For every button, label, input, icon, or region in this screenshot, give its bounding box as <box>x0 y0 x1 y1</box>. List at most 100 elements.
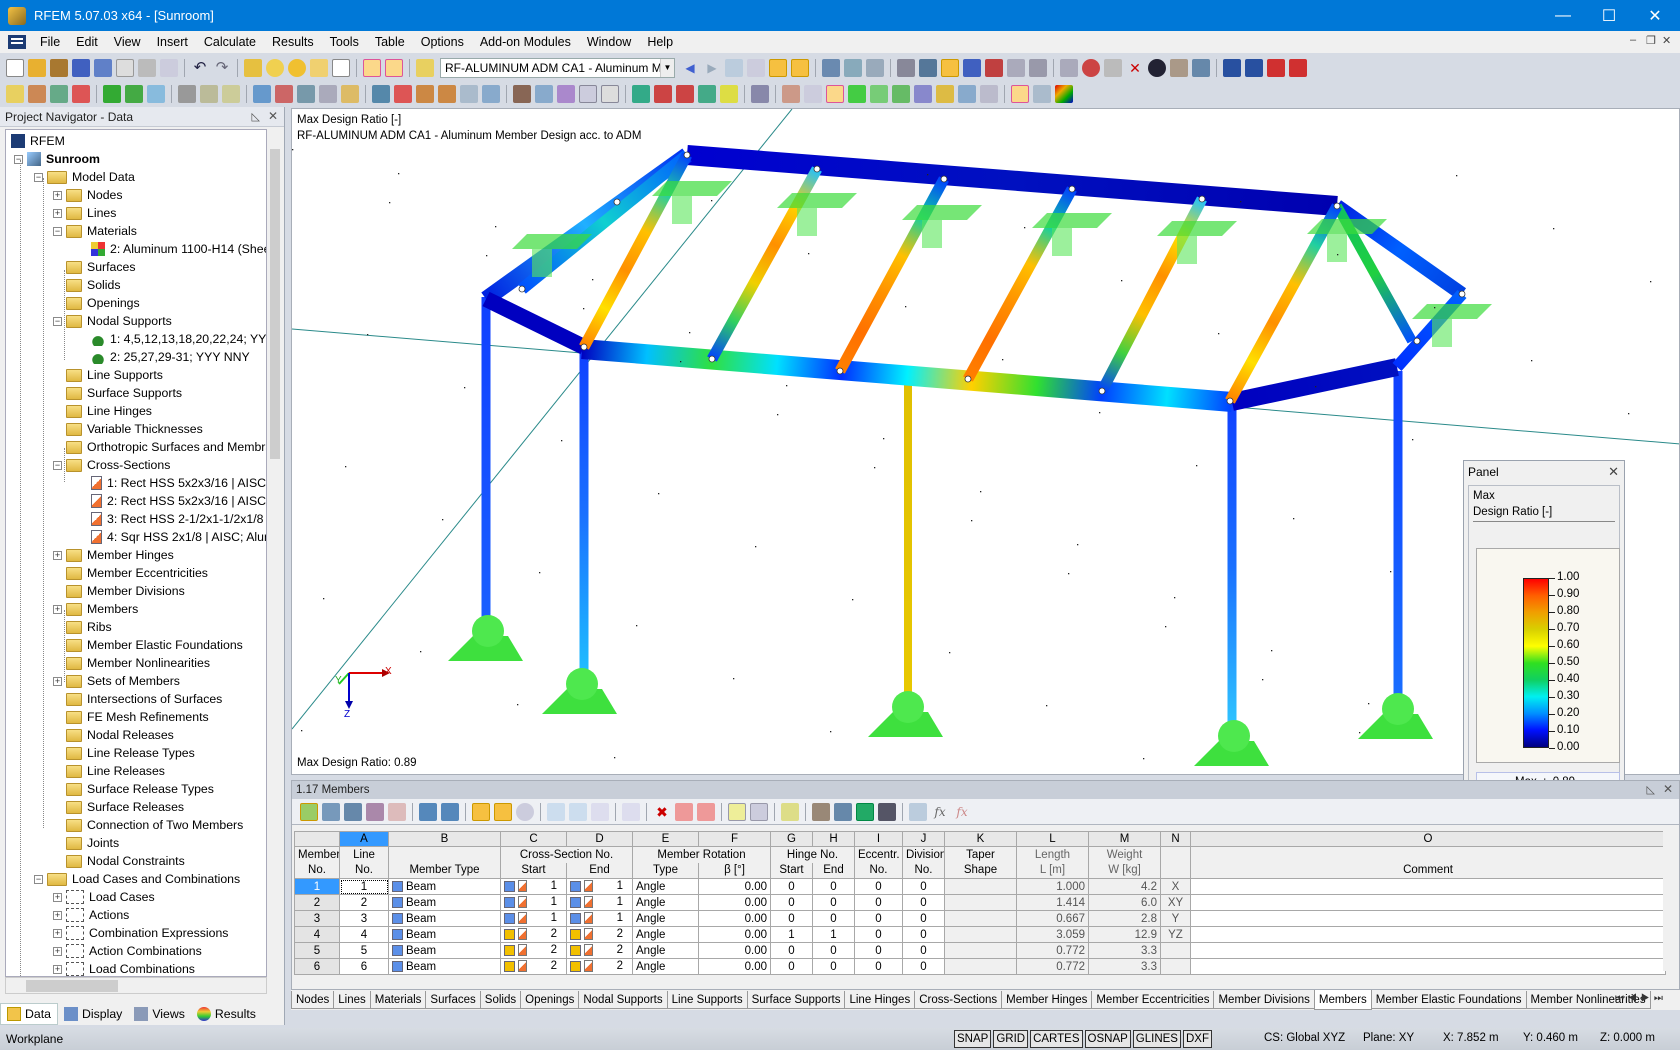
move-right-icon[interactable] <box>697 802 715 821</box>
tree-item-lines[interactable]: + Lines <box>53 204 116 222</box>
clipboard-icon[interactable] <box>116 59 134 77</box>
column-header-k[interactable]: K <box>944 831 1017 847</box>
member-type-cell[interactable]: Beam <box>388 958 501 975</box>
nav-tab-views[interactable]: Views <box>128 1003 191 1025</box>
open-icon[interactable] <box>28 59 46 77</box>
comment-cell[interactable] <box>1190 894 1666 911</box>
line-icon[interactable] <box>28 85 46 103</box>
tree-item-line-releases[interactable]: Line Releases <box>53 762 165 780</box>
workplane-icon[interactable] <box>941 59 959 77</box>
hinge-end-cell[interactable]: 0 <box>812 942 855 959</box>
settings-wand-icon[interactable] <box>1033 85 1051 103</box>
sheet-tab-members[interactable]: Members <box>1313 990 1372 1010</box>
tree-item-connection-of-two-members[interactable]: Connection of Two Members <box>53 816 243 834</box>
delete-row-icon[interactable]: ✖ <box>653 803 671 821</box>
column-header-i[interactable]: I <box>854 831 903 847</box>
menu-options[interactable]: Options <box>413 35 472 49</box>
row-number[interactable]: 5 <box>294 942 340 959</box>
column-header-e[interactable]: E <box>632 831 699 847</box>
member-load-icon[interactable] <box>416 85 434 103</box>
workplane-toggle-icon[interactable] <box>826 85 844 103</box>
mirror-icon[interactable] <box>1104 59 1122 77</box>
line-no-cell[interactable]: 4 <box>339 926 389 943</box>
line-no-cell[interactable]: 1 <box>339 878 389 895</box>
line-no-cell[interactable]: 5 <box>339 942 389 959</box>
table-row[interactable]: 2 2 Beam 1 1 Angle 0.00 0 0 0 0 1.414 6.0 XY <box>294 894 1666 911</box>
tree-item-orthotropic-surfaces-and-membra[interactable]: Orthotropic Surfaces and Membra <box>53 438 266 456</box>
tree-item-combination-expressions[interactable]: + Combination Expressions <box>53 924 228 942</box>
chart-icon[interactable] <box>366 802 384 821</box>
clear-icon[interactable] <box>622 802 640 821</box>
row-number[interactable]: 1 <box>294 878 340 895</box>
hinge-end-cell[interactable]: 0 <box>812 910 855 927</box>
show-values-icon[interactable] <box>791 59 809 77</box>
tree-item-1-rect-hss-5x2x3-16-aisc-al[interactable]: 1: Rect HSS 5x2x3/16 | AISC; Al <box>78 474 266 492</box>
sync-icon[interactable] <box>494 802 512 821</box>
tree-item-nodal-supports[interactable]: − Nodal Supports <box>53 312 172 330</box>
sheet-tab-openings[interactable]: Openings <box>520 991 580 1009</box>
measure-icon[interactable] <box>1060 59 1078 77</box>
beta-cell[interactable]: 0.00 <box>698 894 771 911</box>
column-header-a[interactable]: A <box>339 831 389 847</box>
sheet-tab-solids[interactable]: Solids <box>479 991 522 1009</box>
toggle-snap[interactable]: SNAP <box>954 1030 992 1048</box>
expand-icon[interactable]: + <box>53 946 62 956</box>
tree-item-joints[interactable]: Joints <box>53 834 119 852</box>
export-icon[interactable] <box>1223 59 1241 77</box>
tree-item-surfaces[interactable]: Surfaces <box>53 258 136 276</box>
section-icon[interactable] <box>782 85 800 103</box>
graph-icon[interactable] <box>388 802 406 821</box>
box-icon[interactable] <box>319 85 337 103</box>
sheet-tab-cross-sections[interactable]: Cross-Sections <box>914 991 1003 1009</box>
opening-icon[interactable] <box>275 85 293 103</box>
save-icon[interactable] <box>94 59 112 77</box>
settings-icon[interactable] <box>1192 59 1210 77</box>
tree-item-load-cases[interactable]: + Load Cases <box>53 888 155 906</box>
table-close-icon[interactable]: ✕ <box>1663 782 1673 796</box>
table-list-icon[interactable] <box>750 802 768 821</box>
dimension-icon[interactable] <box>1029 59 1047 77</box>
excel-icon[interactable] <box>856 802 874 821</box>
tree-item-2-25-27-29-31-yyy-nny[interactable]: 2: 25,27,29-31; YYY NNY <box>78 348 250 366</box>
doc-close-button[interactable]: ✕ <box>1662 34 1671 47</box>
cs-start-cell[interactable]: 2 <box>500 942 567 959</box>
table-icon[interactable] <box>844 59 862 77</box>
eccentricity-cell[interactable]: 0 <box>854 926 903 943</box>
tree-item-fe-mesh-refinements[interactable]: FE Mesh Refinements <box>53 708 209 726</box>
tree-item-members[interactable]: + Members <box>53 600 138 618</box>
menu-insert[interactable]: Insert <box>149 35 196 49</box>
cs-start-cell[interactable]: 1 <box>500 910 567 927</box>
calculator-icon[interactable] <box>878 802 896 821</box>
row-number[interactable]: 6 <box>294 958 340 975</box>
tree-project-sunroom[interactable]: − Sunroom <box>14 150 100 168</box>
expand-icon[interactable]: + <box>53 964 62 974</box>
beta-cell[interactable]: 0.00 <box>698 910 771 927</box>
snap-icon[interactable] <box>919 59 937 77</box>
rotation-type-cell[interactable]: Angle <box>632 942 699 959</box>
workplane-yz-icon[interactable] <box>985 59 1003 77</box>
column-header-m[interactable]: M <box>1088 831 1161 847</box>
beta-cell[interactable]: 0.00 <box>698 942 771 959</box>
sheet-tab-member-eccentricities[interactable]: Member Eccentricities <box>1091 991 1215 1009</box>
expand-icon[interactable]: + <box>53 892 62 902</box>
tree-item-actions[interactable]: + Actions <box>53 906 129 924</box>
eccentricity-cell[interactable]: 0 <box>854 958 903 975</box>
comment-cell[interactable] <box>1190 942 1666 959</box>
tree-item-surface-releases[interactable]: Surface Releases <box>53 798 184 816</box>
column-header-n[interactable]: N <box>1160 831 1191 847</box>
column-header-g[interactable]: G <box>770 831 813 847</box>
undo-icon[interactable]: ↶ <box>191 59 209 77</box>
surface-icon[interactable] <box>253 85 271 103</box>
multi-window-icon[interactable] <box>936 85 954 103</box>
copy-icon[interactable] <box>341 85 359 103</box>
imposed-icon[interactable] <box>482 85 500 103</box>
tree-item-nodal-constraints[interactable]: Nodal Constraints <box>53 852 185 870</box>
tree-item-2-aluminum-1100-h14-sheet[interactable]: 2: Aluminum 1100-H14 (Sheet, <box>78 240 266 258</box>
load-up-icon[interactable] <box>1289 59 1307 77</box>
minimize-button[interactable]: — <box>1540 0 1586 31</box>
display-icon[interactable] <box>720 85 738 103</box>
pencil-icon[interactable] <box>781 802 799 821</box>
pin-icon[interactable]: ◺ <box>252 110 260 123</box>
maximize-button[interactable]: ☐ <box>1586 0 1632 31</box>
tree-item-member-nonlinearities[interactable]: Member Nonlinearities <box>53 654 210 672</box>
